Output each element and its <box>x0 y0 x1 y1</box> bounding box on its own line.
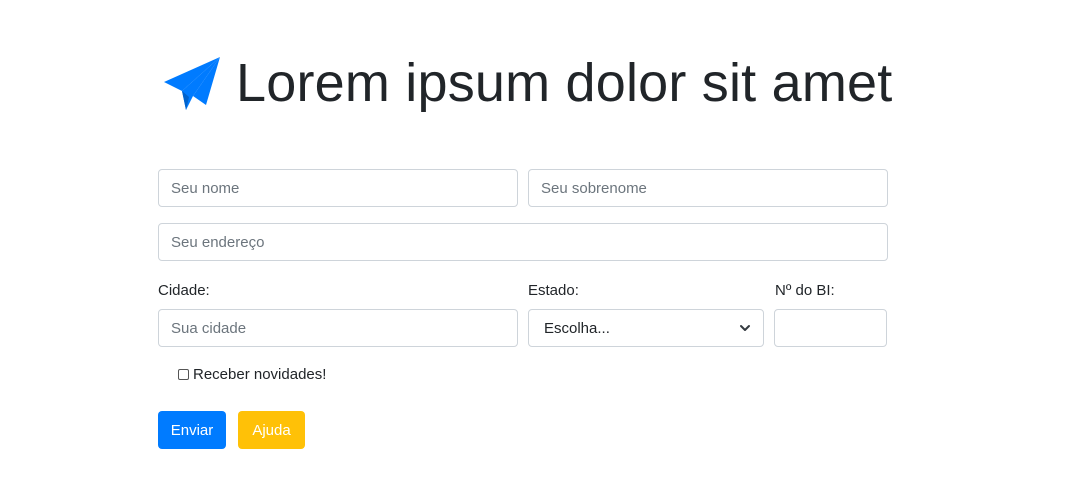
page: Lorem ipsum dolor sit amet Cidade: Estad… <box>0 0 1073 487</box>
last-name-input[interactable] <box>528 169 888 207</box>
city-label: Cidade: <box>158 282 210 299</box>
state-select-value: Escolha... <box>544 319 610 337</box>
submit-button[interactable]: Enviar <box>158 411 226 449</box>
paper-plane-icon <box>164 57 220 110</box>
first-name-input[interactable] <box>158 169 518 207</box>
page-title: Lorem ipsum dolor sit amet <box>236 53 893 113</box>
chevron-down-icon <box>740 325 750 331</box>
newsletter-checkbox[interactable] <box>178 369 189 380</box>
bi-number-input[interactable] <box>774 309 887 347</box>
newsletter-option[interactable]: Receber novidades! <box>178 366 326 383</box>
city-input[interactable] <box>158 309 518 347</box>
page-header: Lorem ipsum dolor sit amet <box>162 48 892 118</box>
state-label: Estado: <box>528 282 579 299</box>
newsletter-label: Receber novidades! <box>193 366 327 383</box>
bi-number-label: Nº do BI: <box>775 282 835 299</box>
state-select[interactable]: Escolha... <box>528 309 764 347</box>
address-input[interactable] <box>158 223 888 261</box>
help-button[interactable]: Ajuda <box>238 411 305 449</box>
